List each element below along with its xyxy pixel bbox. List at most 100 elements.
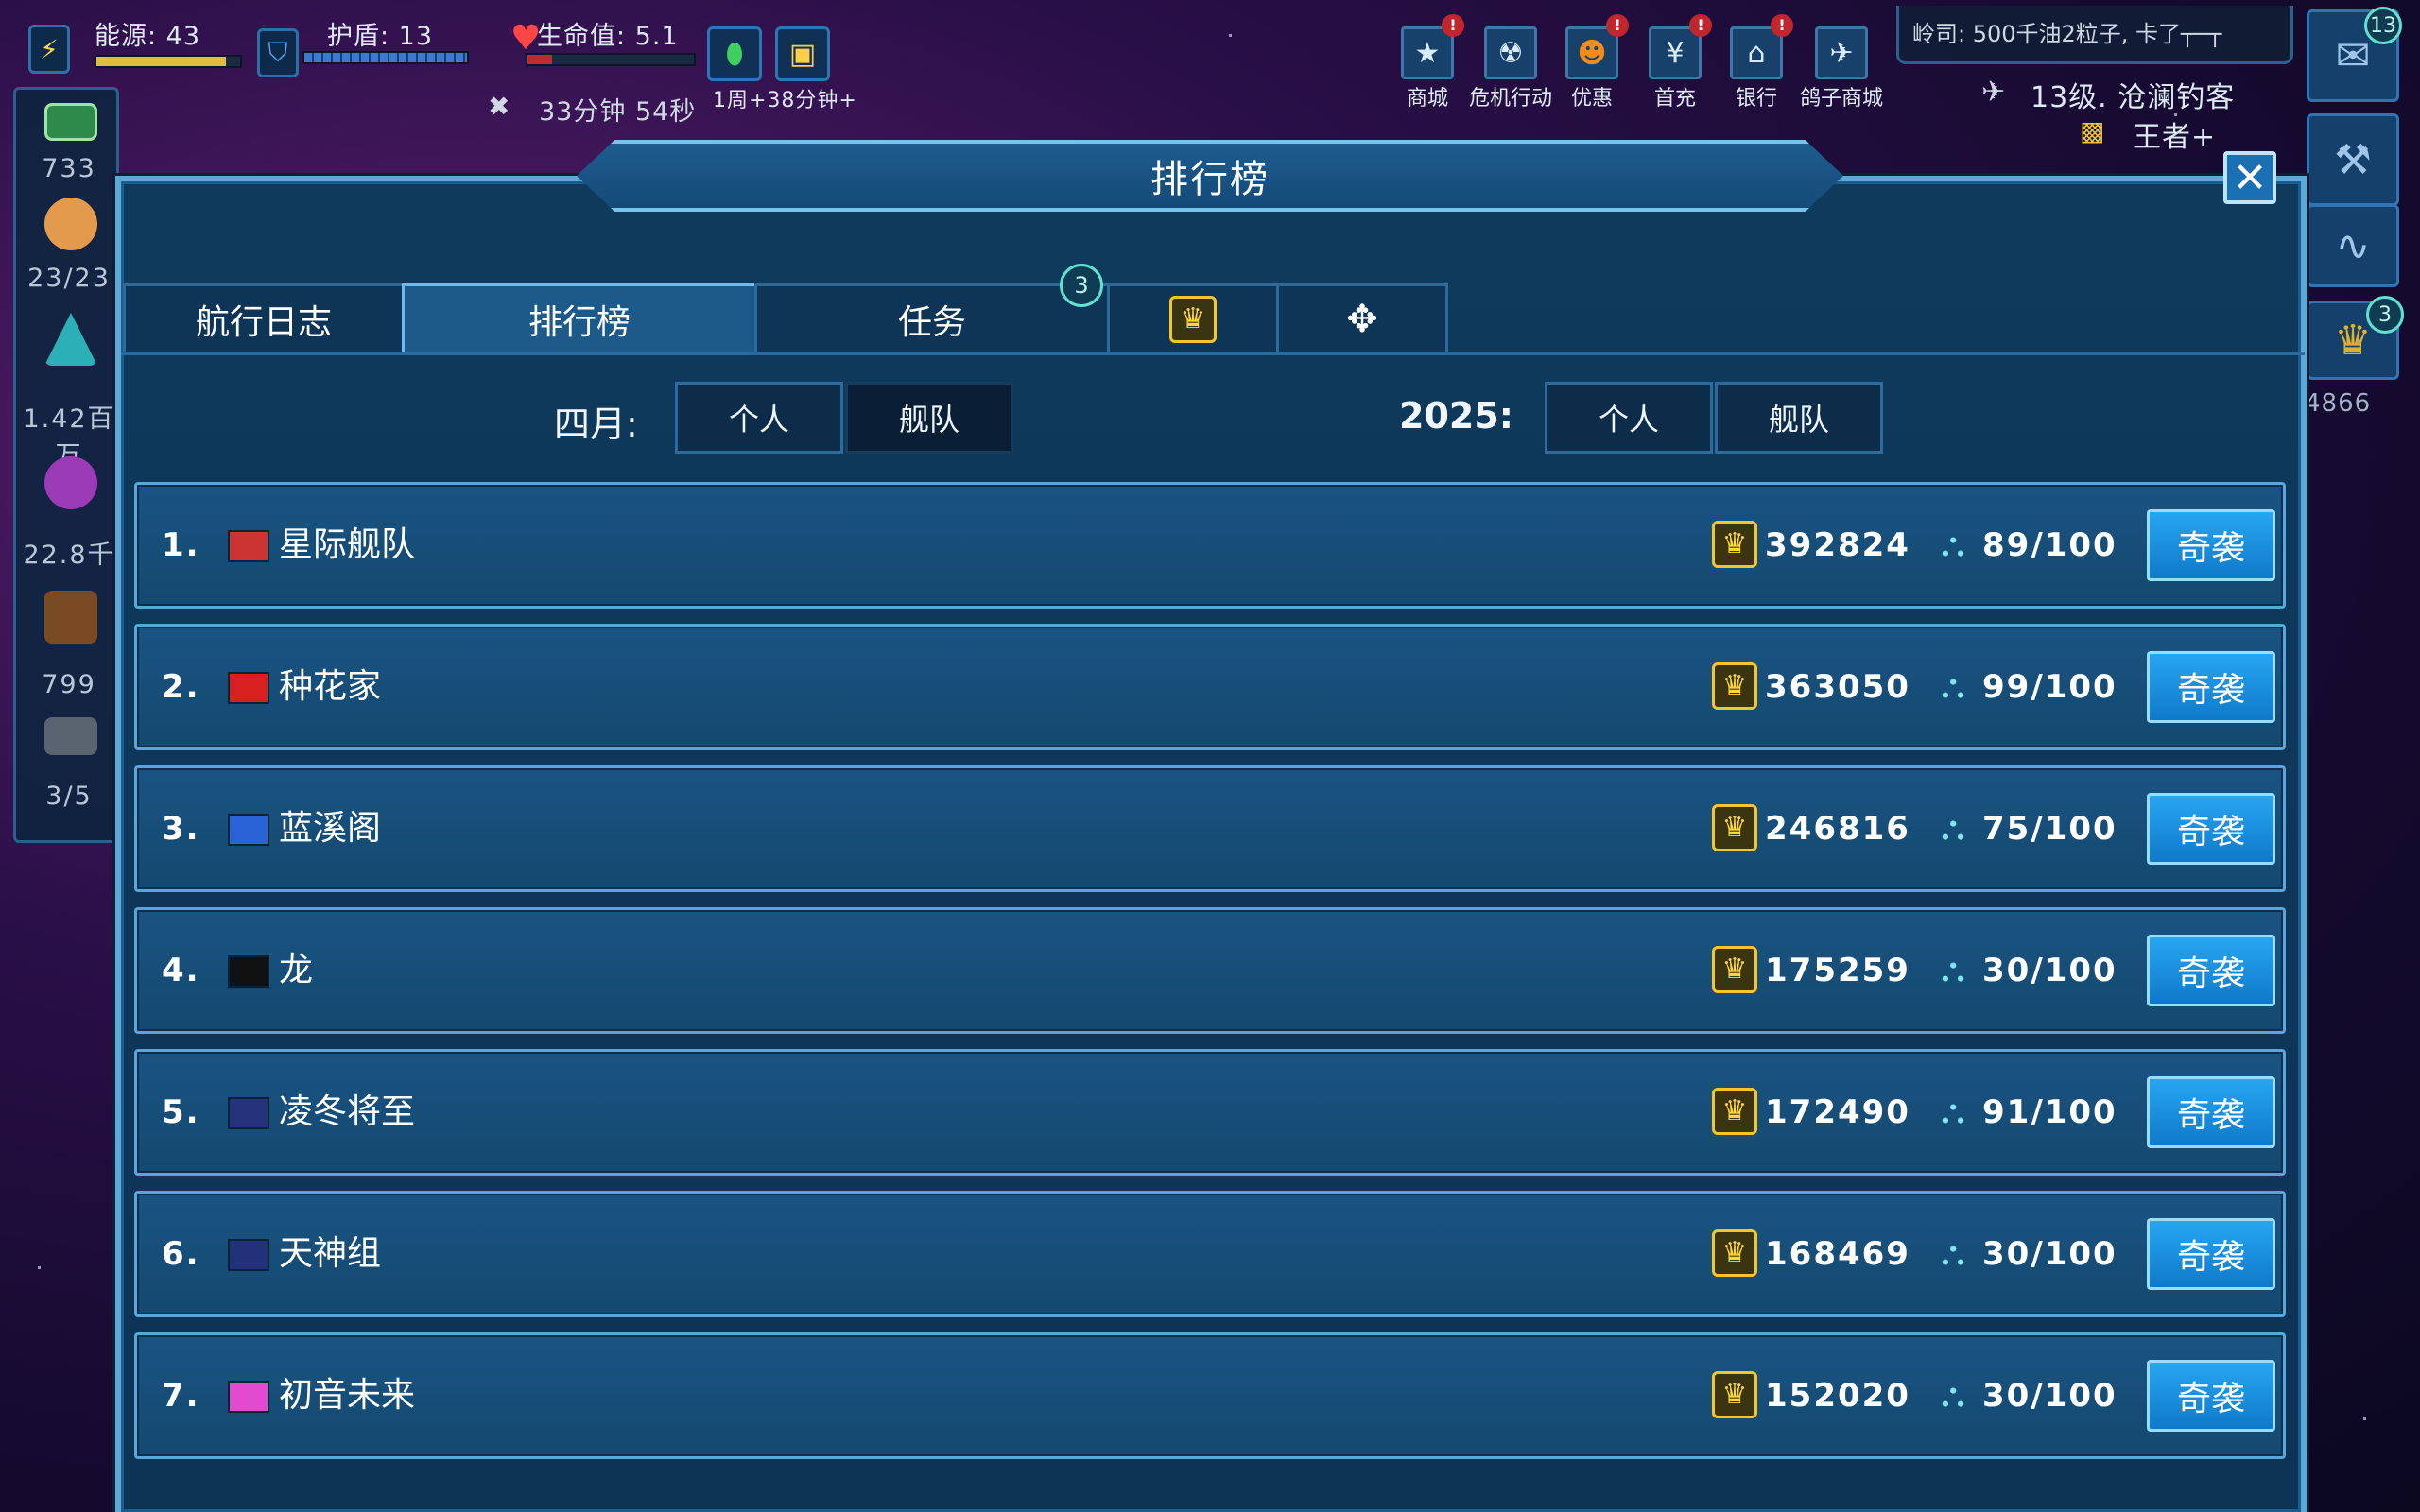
first-recharge-button[interactable]: ¥! 首充: [1641, 14, 1712, 112]
trophy-side-button[interactable]: ♛ 3: [2307, 296, 2404, 380]
cash-icon: [44, 103, 97, 141]
left-resource-panel: 733 23/23 1.42百万 22.8千 799 3/5: [13, 87, 119, 843]
raid-button[interactable]: 奇袭: [2147, 509, 2275, 581]
fleet-score: 152020: [1765, 1377, 1910, 1415]
chat-button[interactable]: ✉ 13: [2307, 7, 2402, 102]
pigeon-icon: ✈: [1815, 26, 1868, 79]
rank-number: 6.: [162, 1235, 200, 1273]
energy-bar: [95, 55, 242, 68]
raid-button[interactable]: 奇袭: [2147, 935, 2275, 1006]
raid-button[interactable]: 奇袭: [2147, 793, 2275, 865]
member-count: 91/100: [1982, 1093, 2118, 1131]
chat-badge: 13: [2364, 7, 2402, 44]
leaderboard-row: 1. 星际舰队 ♛ 392824 ⛬ 89/100 奇袭: [134, 482, 2286, 609]
raid-button[interactable]: 奇袭: [2147, 1076, 2275, 1148]
raid-button[interactable]: 奇袭: [2147, 1218, 2275, 1290]
rank-number: 5.: [162, 1093, 200, 1131]
member-count: 99/100: [1982, 668, 2118, 706]
tab-logbook[interactable]: 航行日志: [123, 284, 405, 352]
energy-label: 能源: 43: [95, 22, 201, 51]
member-count: 30/100: [1982, 1235, 2118, 1273]
fleet-score: 168469: [1765, 1235, 1910, 1273]
rank-number: 7.: [162, 1377, 200, 1415]
health-label: 生命值: 5.1: [537, 22, 679, 51]
rank-number: 4.: [162, 952, 200, 989]
tab-leaderboard[interactable]: 排行榜: [402, 284, 757, 352]
leaderboard-row: 3. 蓝溪阁 ♛ 246816 ⛬ 75/100 奇袭: [134, 765, 2286, 892]
pigeon-shop-button[interactable]: ✈ 鸽子商城: [1794, 26, 1889, 112]
shield-bar: [302, 51, 469, 64]
close-button[interactable]: ✕: [2223, 151, 2276, 204]
close-icon: ✕: [2232, 153, 2268, 202]
panel-title: 排行榜: [577, 140, 1843, 212]
members-icon: ⛬: [1941, 667, 1965, 706]
tab-trophy[interactable]: ♛: [1107, 284, 1279, 352]
fleet-button[interactable]: ∿: [2307, 204, 2399, 287]
player-rank: 王者+: [2133, 121, 2217, 154]
crisis-button[interactable]: ☢ 危机行动: [1463, 26, 1558, 112]
fleet-score: 246816: [1765, 810, 1910, 848]
shop-button[interactable]: ★! 商城: [1393, 14, 1464, 112]
fleet-name[interactable]: 初音未来: [279, 1335, 415, 1456]
hammer-icon: ⚒: [2334, 135, 2372, 184]
trophy-count: 4866: [2305, 389, 2372, 418]
month-fleet-button[interactable]: 舰队: [845, 382, 1013, 454]
trophy-badge: 3: [2366, 296, 2404, 334]
shield-icon: ⛉: [257, 28, 299, 77]
fleet-name[interactable]: 星际舰队: [279, 485, 415, 606]
timer-bonus: 1周+38分钟+: [713, 89, 857, 112]
chat-preview-box[interactable]: 岭司: 500千油2粒子, 卡了┬─┬: [1896, 6, 2293, 64]
trophy-icon: ♛: [1169, 295, 1217, 343]
year-individual-button[interactable]: 个人: [1545, 382, 1713, 454]
crate-icon[interactable]: ▣: [775, 26, 830, 81]
tab-missions[interactable]: 任务 3: [754, 264, 1110, 352]
drone-icon: [44, 717, 97, 755]
shield-label: 护盾: 13: [327, 22, 434, 51]
tab-arrows[interactable]: ✥: [1276, 284, 1448, 352]
fleet-name[interactable]: 龙: [279, 910, 313, 1031]
deals-button[interactable]: ☻! 优惠: [1558, 14, 1629, 112]
star: [38, 1266, 41, 1269]
repair-timer: 33分钟 54秒: [539, 97, 697, 127]
fleet-name[interactable]: 天神组: [279, 1194, 381, 1314]
members-icon: ⛬: [1941, 1092, 1965, 1131]
rank-number: 2.: [162, 668, 200, 706]
trophy-icon: ♛: [1712, 1088, 1757, 1135]
fleet-name[interactable]: 蓝溪阁: [279, 768, 381, 889]
egg-icon[interactable]: ⬮: [707, 26, 762, 81]
trophy-icon: ♛: [1712, 946, 1757, 993]
members-icon: ⛬: [1941, 809, 1965, 848]
fleet-score: 175259: [1765, 952, 1910, 989]
health-bar: [526, 53, 696, 66]
fleet-name[interactable]: 种花家: [279, 627, 381, 747]
raid-button[interactable]: 奇袭: [2147, 1360, 2275, 1432]
year-fleet-button[interactable]: 舰队: [1715, 382, 1883, 454]
leaderboard-row: 4. 龙 ♛ 175259 ⛬ 30/100 奇袭: [134, 907, 2286, 1034]
drone-value: 3/5: [45, 782, 93, 811]
members-icon: ⛬: [1941, 951, 1965, 989]
member-count: 30/100: [1982, 952, 2118, 989]
planet-icon: [44, 456, 97, 509]
trophy-icon: ♛: [1712, 1371, 1757, 1418]
rank-badge-icon: ▩: [2080, 115, 2106, 146]
star: [2363, 1418, 2366, 1420]
radiation-icon: ☢: [1484, 26, 1537, 79]
star-icon: ★!: [1401, 14, 1464, 79]
bank-button[interactable]: ⌂! 银行: [1722, 14, 1793, 112]
cargo-value: 799: [42, 670, 96, 699]
planet-value: 22.8千: [23, 541, 115, 570]
month-individual-button[interactable]: 个人: [675, 382, 843, 454]
fleet-name[interactable]: 凌冬将至: [279, 1052, 415, 1173]
fleet-score: 363050: [1765, 668, 1910, 706]
cash-value: 733: [42, 154, 96, 183]
raid-button[interactable]: 奇袭: [2147, 651, 2275, 723]
energy-icon: ⚡: [28, 25, 70, 74]
fleet-score: 392824: [1765, 526, 1910, 564]
tab-underline: [121, 352, 2305, 355]
fleet-flag-icon: [228, 1381, 269, 1413]
build-button[interactable]: ⚒: [2307, 113, 2399, 206]
chat-icon: ✉: [2335, 31, 2371, 80]
player-level: 13级. 沧澜钓客: [2031, 81, 2236, 114]
member-count: 89/100: [1982, 526, 2118, 564]
members-icon: ⛬: [1941, 1376, 1965, 1415]
